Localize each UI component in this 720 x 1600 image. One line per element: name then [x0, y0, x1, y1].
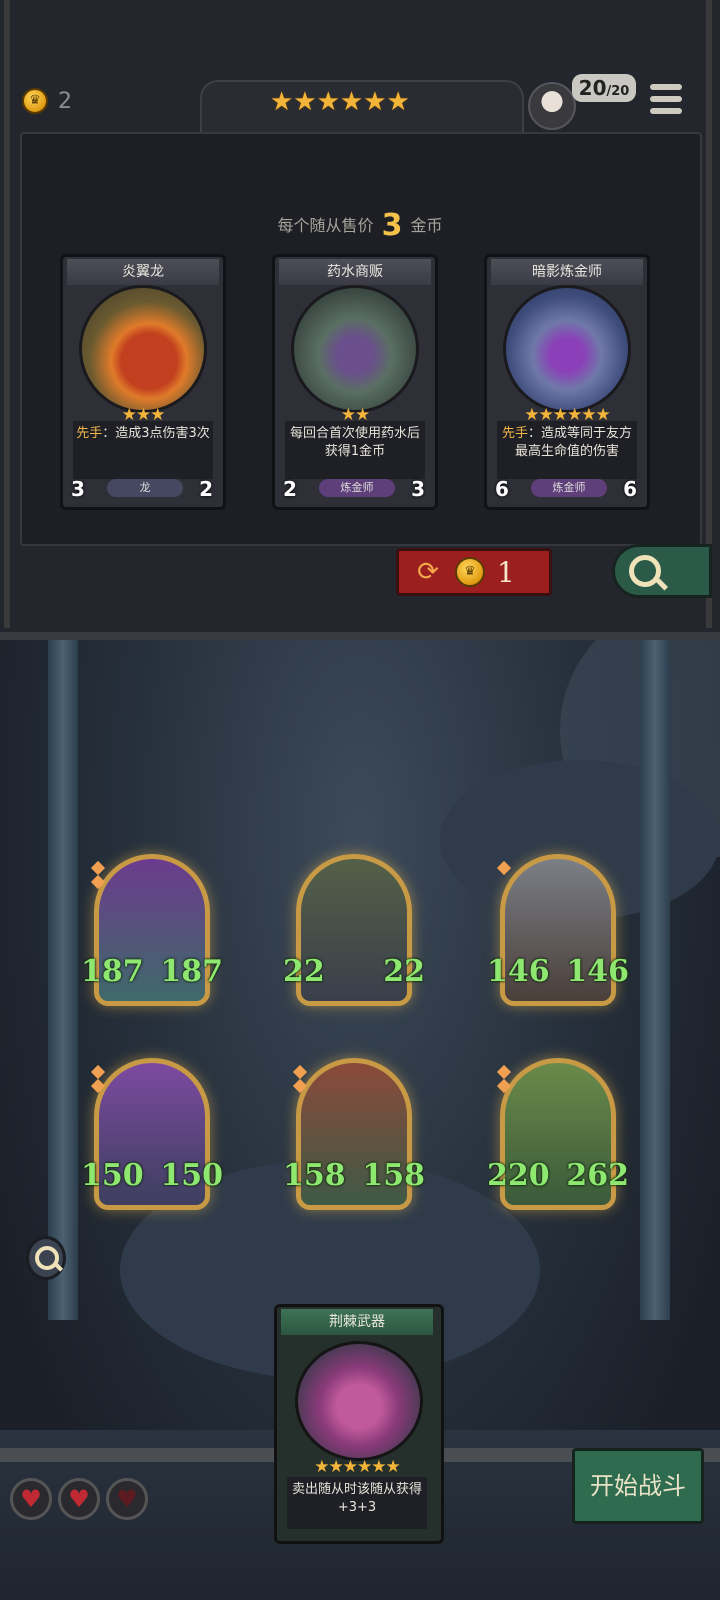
- card-stars: ★★★★★★: [314, 1457, 400, 1477]
- shop-card-potion-vendor[interactable]: 药水商贩 ★★ 每回合首次使用药水后获得1金币 2 炼金师 3: [272, 254, 438, 510]
- start-battle-button[interactable]: 开始战斗: [572, 1448, 704, 1524]
- left-pillar: [48, 640, 78, 1320]
- minion-health: 158: [362, 1158, 425, 1193]
- search-icon: [629, 555, 661, 587]
- price-suffix: 金币: [410, 216, 443, 235]
- card-portrait: [291, 285, 419, 413]
- tier-marker: [292, 1078, 308, 1094]
- card-attack: 2: [283, 477, 297, 501]
- keyword: 先手: [76, 426, 103, 441]
- refresh-cost: 1: [497, 555, 515, 589]
- board-minion[interactable]: 150 150: [81, 1058, 223, 1210]
- card-health: 3: [408, 477, 428, 501]
- card-tribe: 炼金师: [319, 479, 395, 497]
- desc-text: 每回合首次使用药水后获得1金币: [289, 426, 420, 459]
- minion-health: 187: [160, 954, 223, 989]
- card-description: 每回合首次使用药水后获得1金币: [285, 421, 425, 479]
- card-portrait: [295, 1341, 423, 1461]
- minion-health: 22: [383, 954, 425, 989]
- right-pillar: [640, 640, 670, 1320]
- minion-attack: 150: [81, 1158, 144, 1193]
- board-minion[interactable]: 158 158: [283, 1058, 425, 1210]
- menu-icon[interactable]: [650, 84, 682, 114]
- inspect-button[interactable]: [26, 1236, 66, 1280]
- card-portrait: [503, 285, 631, 413]
- coin-icon: ♛: [22, 88, 48, 114]
- minion-attack: 22: [283, 954, 325, 989]
- coin-icon: ♛: [455, 557, 485, 587]
- refresh-icon: ⟳: [417, 557, 439, 587]
- minion-health: 150: [160, 1158, 223, 1193]
- minion-attack: 187: [81, 954, 144, 989]
- tier-marker: [90, 860, 106, 876]
- board-minion[interactable]: 220 262: [487, 1058, 629, 1210]
- shop-panel: ★★★★★★ ♛ 2 20/20 每个随从售价 3 金币 炎翼龙 ★★★ 先手：造成…: [0, 0, 720, 640]
- minion-health: 146: [566, 954, 629, 989]
- search-icon: [35, 1246, 59, 1270]
- gold-amount: 2: [58, 88, 72, 114]
- heart-icon: ♥: [106, 1478, 148, 1520]
- card-name: 荆棘武器: [281, 1309, 433, 1335]
- board-minion[interactable]: 22 22: [283, 854, 425, 1006]
- card-health: 6: [620, 477, 640, 501]
- card-name: 炎翼龙: [67, 259, 219, 285]
- card-tribe: 龙: [107, 479, 183, 497]
- price-value: 3: [381, 208, 403, 243]
- card-name: 药水商贩: [279, 259, 431, 285]
- heart-icon: ♥: [10, 1478, 52, 1520]
- health-max: 20: [611, 84, 630, 99]
- gold-counter: ♛ 2: [22, 88, 72, 114]
- board-minion[interactable]: 146 146: [487, 854, 629, 1006]
- board: 187 187 22 22 146 146 150 150 158 158 22…: [0, 640, 720, 1600]
- board-minion[interactable]: 187 187: [81, 854, 223, 1006]
- sell-price-line: 每个随从售价 3 金币: [0, 208, 720, 243]
- minion-attack: 146: [487, 954, 550, 989]
- health-bubble: 20/20: [572, 74, 636, 102]
- heart-icon: ♥: [58, 1478, 100, 1520]
- card-attack: 3: [71, 477, 85, 501]
- tavern-tier-stars: ★★★★★★: [270, 88, 410, 116]
- tier-marker: [90, 874, 106, 890]
- card-tribe: 炼金师: [531, 479, 607, 497]
- hand-card-thorn-weapon[interactable]: 荆棘武器 ★★★★★★ 卖出随从时该随从获得+3+3: [274, 1304, 444, 1544]
- card-health: 2: [196, 477, 216, 501]
- card-attack: 6: [495, 477, 509, 501]
- card-description: 先手：造成3点伤害3次: [73, 421, 213, 479]
- health-current: 20: [578, 76, 607, 100]
- card-description: 卖出随从时该随从获得+3+3: [287, 1477, 427, 1529]
- lives: ♥ ♥ ♥: [10, 1478, 148, 1520]
- tier-marker: [90, 1078, 106, 1094]
- card-name: 暗影炼金师: [491, 259, 643, 285]
- tier-stars-label: ★★★★★★: [270, 87, 410, 117]
- price-prefix: 每个随从售价: [277, 216, 374, 235]
- desc-text: ：造成等同于友方最高生命值的伤害: [514, 426, 633, 459]
- card-portrait: [79, 285, 207, 413]
- desc-text: ：造成3点伤害3次: [102, 426, 210, 441]
- minion-health: 262: [566, 1158, 629, 1193]
- shop-card-flame-dragon[interactable]: 炎翼龙 ★★★ 先手：造成3点伤害3次 3 龙 2: [60, 254, 226, 510]
- keyword: 先手: [501, 426, 528, 441]
- avatar[interactable]: [528, 82, 576, 130]
- tier-marker: [496, 1064, 512, 1080]
- card-description: 先手：造成等同于友方最高生命值的伤害: [497, 421, 637, 479]
- minion-attack: 220: [487, 1158, 550, 1193]
- tier-marker: [496, 1078, 512, 1094]
- search-button[interactable]: [612, 544, 712, 598]
- shop-card-shadow-alchemist[interactable]: 暗影炼金师 ★★★★★★ 先手：造成等同于友方最高生命值的伤害 6 炼金师 6: [484, 254, 650, 510]
- tier-marker: [292, 1064, 308, 1080]
- tier-marker: [90, 1064, 106, 1080]
- refresh-button[interactable]: ⟳ ♛ 1: [396, 548, 552, 596]
- minion-attack: 158: [283, 1158, 346, 1193]
